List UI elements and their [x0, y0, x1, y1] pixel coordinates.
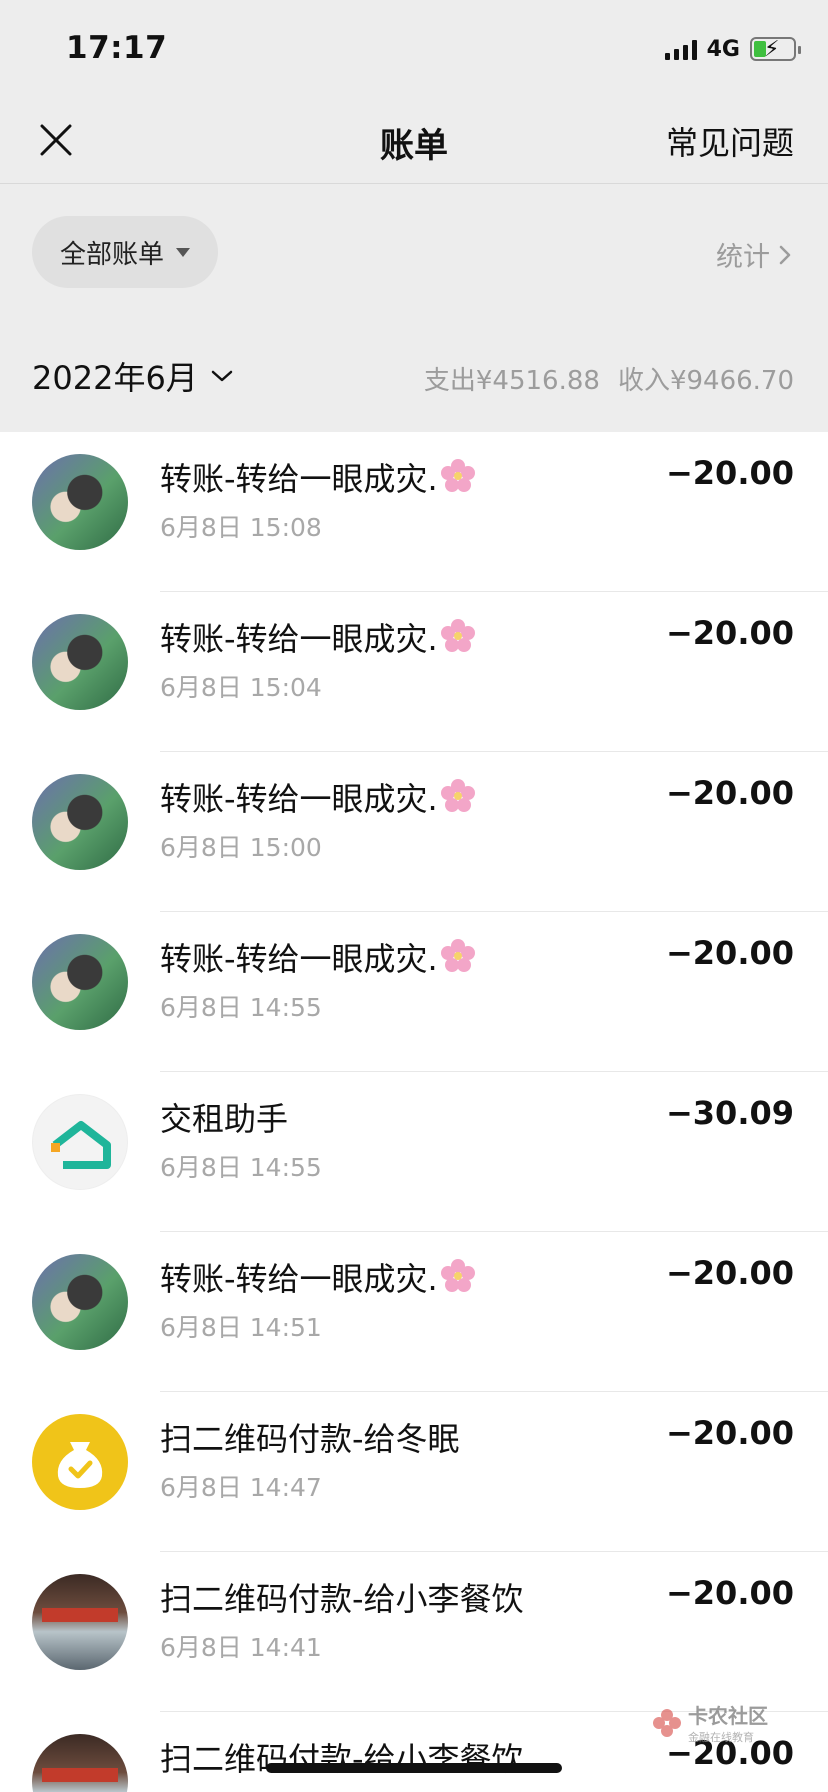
transaction-title: 转账-转给一眼成灾. — [160, 1254, 476, 1300]
transaction-row[interactable]: 交租助手 6月8日 14:55 −30.09 — [0, 1072, 828, 1232]
expense-total: 支出¥4516.88 — [423, 366, 600, 396]
signal-icon — [664, 38, 697, 60]
bill-filter-dropdown[interactable]: 全部账单 — [32, 216, 218, 288]
income-total: 收入¥9466.70 — [617, 366, 794, 396]
flower-icon — [440, 779, 475, 812]
battery-icon: ⚡ — [750, 37, 801, 62]
transaction-title: 转账-转给一眼成灾. — [160, 774, 476, 820]
status-bar: 17:17 4G ⚡ — [0, 0, 828, 96]
transaction-row[interactable]: 转账-转给一眼成灾. 6月8日 14:55 −20.00 — [0, 912, 828, 1072]
transaction-title: 转账-转给一眼成灾. — [160, 614, 476, 660]
chevron-down-icon — [211, 370, 233, 382]
transaction-title: 扫二维码付款-给小李餐饮 — [160, 1740, 524, 1778]
anime-avatar — [32, 774, 128, 870]
status-time: 17:17 — [66, 30, 168, 66]
transaction-time: 6月8日 14:55 — [160, 1153, 322, 1182]
transaction-amount: −20.00 — [665, 1414, 794, 1452]
transaction-amount: −20.00 — [665, 454, 794, 492]
month-selector[interactable]: 2022年6月 — [32, 353, 234, 399]
chevron-right-icon — [779, 245, 791, 264]
watermark-subtitle: 金融在线教育 — [688, 1731, 754, 1744]
money-bag-icon — [32, 1414, 128, 1510]
anime-avatar — [32, 614, 128, 710]
month-summary: 支出¥4516.88 收入¥9466.70 — [424, 360, 794, 397]
faq-button[interactable]: 常见问题 — [666, 118, 794, 164]
transaction-row[interactable]: 扫二维码付款-给冬眠 6月8日 14:47 −20.00 — [0, 1392, 828, 1552]
transaction-row[interactable]: 扫二维码付款-给小李餐饮 6月8日 14:41 −20.00 — [0, 1552, 828, 1712]
transaction-amount: −20.00 — [665, 934, 794, 972]
watermark-title: 卡农社区 — [688, 1704, 768, 1728]
anime-avatar — [32, 934, 128, 1030]
status-icons: 4G ⚡ — [664, 34, 801, 64]
caret-down-icon — [176, 247, 190, 257]
flower-icon — [440, 619, 475, 652]
stats-label: 统计 — [716, 242, 770, 273]
watermark-logo-icon — [653, 1708, 681, 1737]
transaction-amount: −20.00 — [665, 1254, 794, 1292]
transaction-amount: −20.00 — [665, 614, 794, 652]
anime-avatar — [32, 1254, 128, 1350]
transaction-title: 扫二维码付款-给小李餐饮 — [160, 1580, 524, 1618]
transaction-list: 转账-转给一眼成灾. 6月8日 15:08 −20.00 转账-转给一眼成灾. … — [0, 432, 828, 1792]
month-label: 2022年6月 — [32, 359, 198, 397]
transaction-time: 6月8日 14:55 — [160, 993, 322, 1022]
flower-icon — [440, 1259, 475, 1292]
filter-bar: 全部账单 统计 — [0, 185, 828, 320]
bill-filter-label: 全部账单 — [59, 239, 164, 270]
flower-icon — [440, 939, 475, 972]
nav-bar: 账单 常见问题 — [0, 96, 828, 184]
transaction-amount: −30.09 — [665, 1094, 794, 1132]
month-header: 2022年6月 支出¥4516.88 收入¥9466.70 — [0, 320, 828, 432]
shop-avatar — [32, 1734, 128, 1792]
transaction-amount: −20.00 — [665, 1574, 794, 1612]
network-label: 4G — [706, 36, 740, 62]
transaction-row[interactable]: 转账-转给一眼成灾. 6月8日 15:00 −20.00 — [0, 752, 828, 912]
flower-icon — [440, 459, 475, 492]
shop-avatar — [32, 1574, 128, 1670]
transaction-time: 6月8日 15:00 — [160, 833, 322, 862]
transaction-row[interactable]: 转账-转给一眼成灾. 6月8日 14:51 −20.00 — [0, 1232, 828, 1392]
transaction-title: 交租助手 — [160, 1100, 289, 1138]
home-indicator[interactable] — [266, 1763, 562, 1773]
transaction-title: 转账-转给一眼成灾. — [160, 454, 476, 500]
transaction-row[interactable]: 转账-转给一眼成灾. 6月8日 15:08 −20.00 — [0, 432, 828, 592]
stats-button[interactable]: 统计 — [716, 235, 792, 274]
watermark: 卡农社区 金融在线教育 — [652, 1700, 768, 1745]
house-icon — [32, 1094, 128, 1190]
transaction-time: 6月8日 14:41 — [160, 1633, 322, 1662]
transaction-title: 扫二维码付款-给冬眠 — [160, 1420, 460, 1458]
transaction-time: 6月8日 15:08 — [160, 513, 322, 542]
anime-avatar — [32, 454, 128, 550]
transaction-title: 转账-转给一眼成灾. — [160, 934, 476, 980]
transaction-row[interactable]: 转账-转给一眼成灾. 6月8日 15:04 −20.00 — [0, 592, 828, 752]
transaction-time: 6月8日 14:47 — [160, 1473, 322, 1502]
transaction-time: 6月8日 15:04 — [160, 673, 322, 702]
transaction-amount: −20.00 — [665, 774, 794, 812]
transaction-time: 6月8日 14:51 — [160, 1313, 322, 1342]
